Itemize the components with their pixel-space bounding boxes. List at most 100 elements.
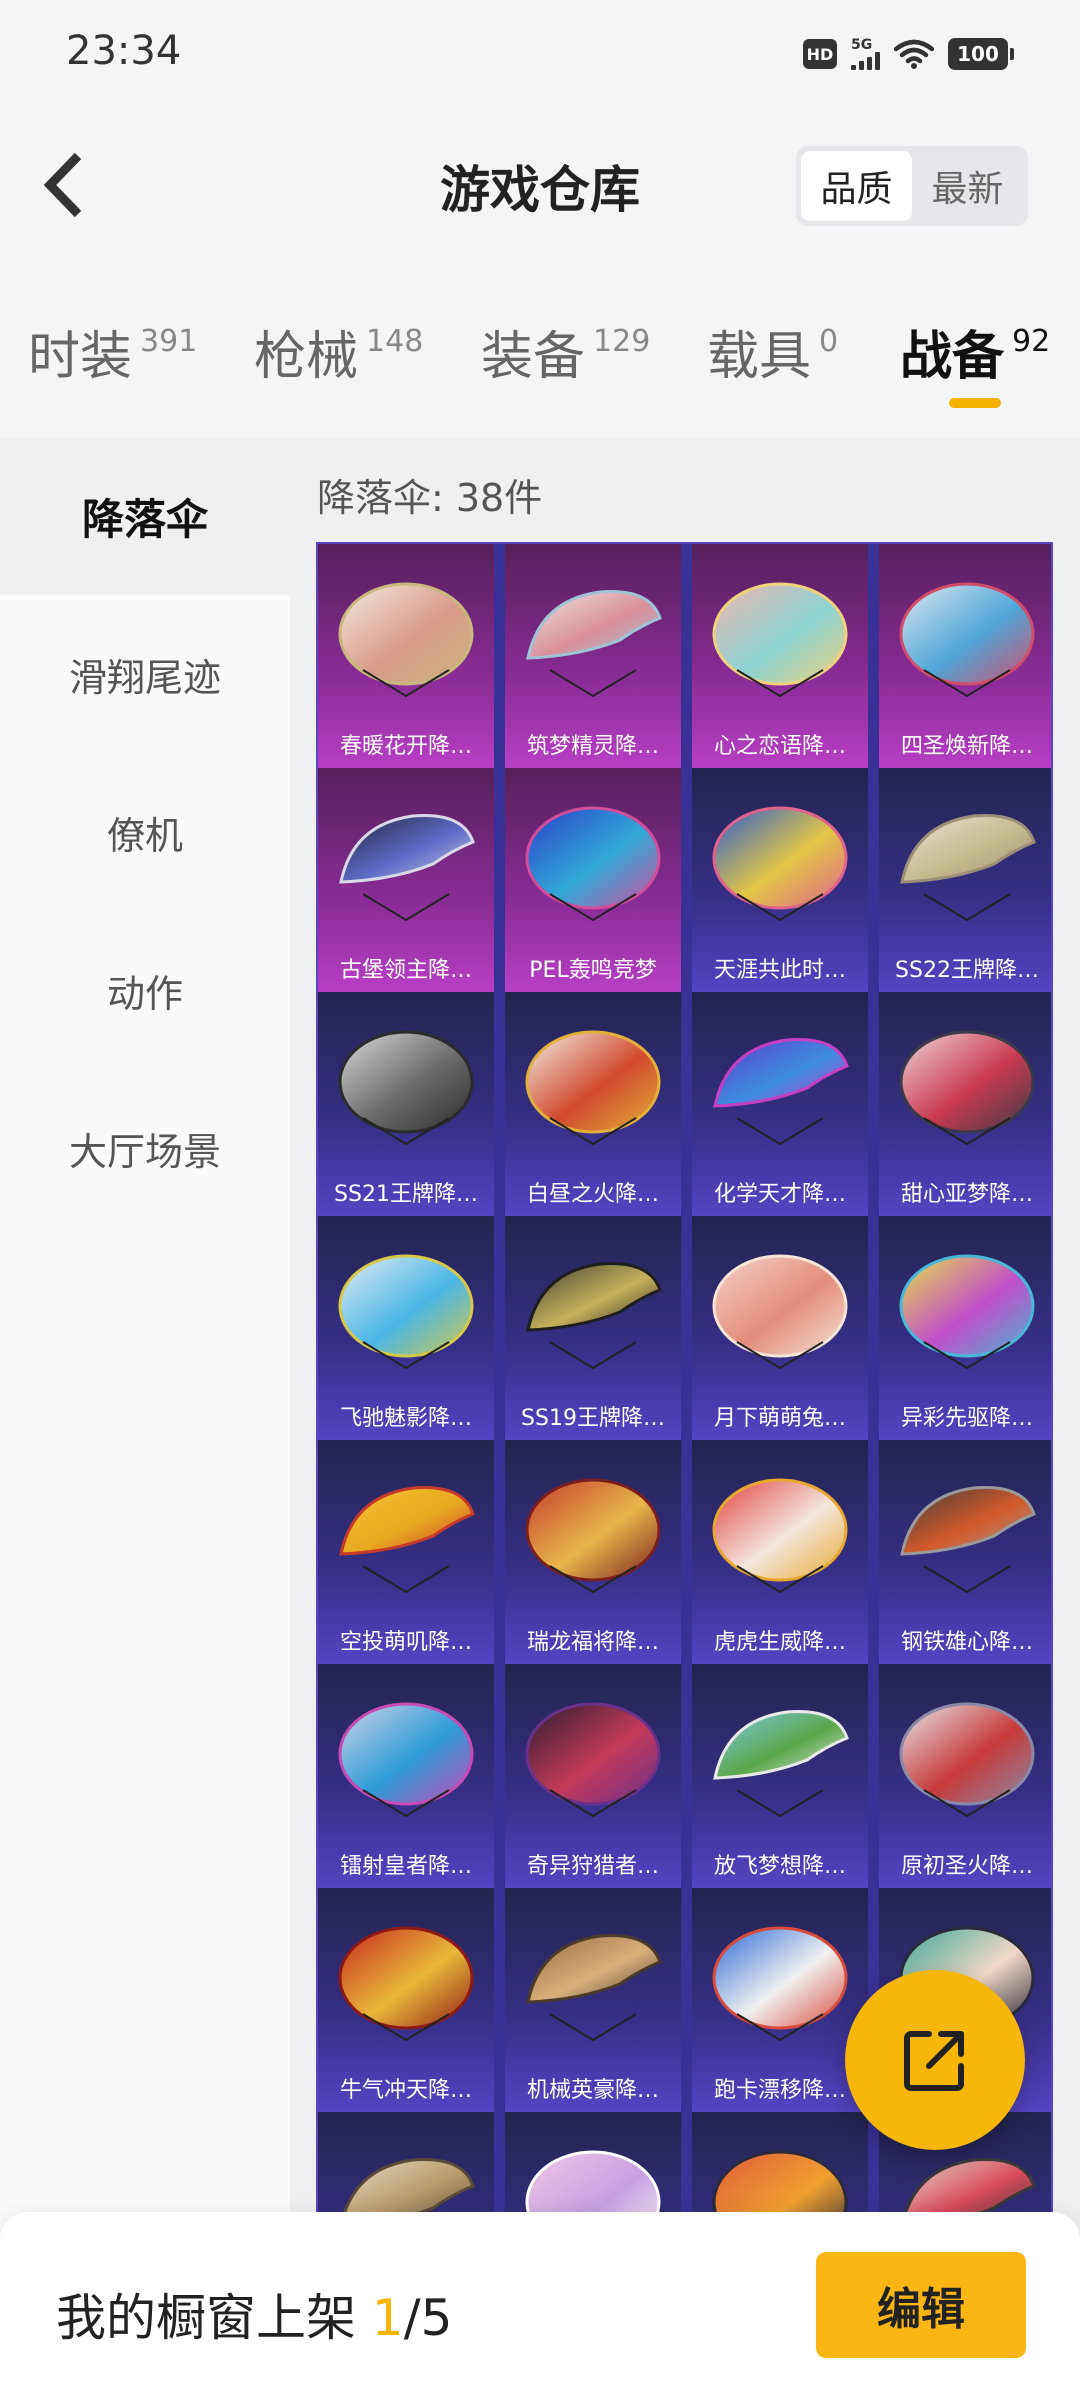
item-card[interactable]: 原初圣火降…	[879, 1664, 1051, 1888]
sidebar-item-lobby-scene[interactable]: 大厅场景	[0, 1069, 290, 1227]
item-name: 月下萌萌兔…	[713, 1406, 846, 1431]
network-type-label: 5G	[851, 37, 873, 53]
edit-button[interactable]: 编辑	[816, 2252, 1026, 2358]
tab-label: 时装	[28, 327, 133, 387]
item-card[interactable]: 牛气冲天降…	[318, 1888, 494, 2112]
item-name: 甜心亚梦降…	[900, 1182, 1033, 1207]
item-card[interactable]: 虎虎生威降…	[692, 1440, 868, 1664]
item-name: 牛气冲天降…	[339, 2078, 472, 2103]
tab-fashion[interactable]: 时装 391	[28, 322, 197, 392]
parachute-thumbnail	[899, 1254, 1035, 1370]
parachute-thumbnail	[899, 1702, 1035, 1818]
item-card[interactable]: 天涯共此时…	[692, 768, 868, 992]
tab-label: 装备	[481, 327, 586, 387]
status-bar: 23:34 HD 5G 100	[0, 0, 1080, 110]
sidebar-item-wingman[interactable]: 僚机	[0, 753, 290, 911]
header: 游戏仓库 品质 最新	[0, 110, 1080, 260]
tab-vehicles[interactable]: 载具 0	[707, 322, 838, 392]
battery-level: 100	[948, 38, 1008, 70]
sidebar: 降落伞 滑翔尾迹 僚机 动作 大厅场景	[0, 437, 290, 2237]
item-name: 放飞梦想降…	[713, 1854, 846, 1879]
tab-combat-gear[interactable]: 战备 92	[900, 322, 1050, 392]
item-card[interactable]: SS22王牌降…	[879, 768, 1051, 992]
item-name: 化学天才降…	[713, 1182, 846, 1207]
item-card[interactable]: SS21王牌降…	[318, 992, 494, 1216]
item-card[interactable]: 白昼之火降…	[505, 992, 681, 1216]
parachute-thumbnail	[338, 1254, 474, 1370]
item-card[interactable]: 空投萌叽降…	[318, 1440, 494, 1664]
tab-count: 129	[593, 324, 651, 359]
item-card[interactable]: 化学天才降…	[692, 992, 868, 1216]
item-card[interactable]: 筑梦精灵降…	[505, 544, 681, 768]
item-name: PEL轰鸣竞梦	[529, 958, 657, 983]
item-card[interactable]: PEL轰鸣竞梦	[505, 768, 681, 992]
status-icons: HD 5G 100	[803, 34, 1014, 74]
item-name: 机械英豪降…	[526, 2078, 659, 2103]
sort-toggle: 品质 最新	[796, 146, 1028, 226]
item-name: 钢铁雄心降…	[900, 1630, 1033, 1655]
hd-icon: HD	[803, 39, 837, 69]
item-card[interactable]: 跑卡漂移降…	[692, 1888, 868, 2112]
item-name: 镭射皇者降…	[339, 1854, 472, 1879]
parachute-thumbnail	[526, 1934, 662, 2042]
parachute-thumbnail	[525, 1030, 661, 1146]
parachute-thumbnail	[339, 814, 475, 922]
item-card[interactable]: 机械英豪降…	[505, 1888, 681, 2112]
tab-count: 391	[140, 324, 198, 359]
parachute-thumbnail	[712, 582, 848, 698]
item-card[interactable]: 月下萌萌兔…	[692, 1216, 868, 1440]
parachute-thumbnail	[713, 1710, 849, 1818]
parachute-thumbnail	[899, 582, 1035, 698]
item-name: 古堡领主降…	[339, 958, 472, 983]
tab-equipment[interactable]: 装备 129	[481, 322, 650, 392]
sidebar-item-parachute[interactable]: 降落伞	[0, 437, 290, 595]
tab-count: 148	[366, 324, 424, 359]
item-card[interactable]: 心之恋语降…	[692, 544, 868, 768]
tab-guns[interactable]: 枪械 148	[254, 322, 423, 392]
status-time: 23:34	[66, 28, 182, 74]
cellular-signal-icon: 5G	[851, 38, 880, 70]
tab-count: 92	[1012, 324, 1051, 359]
item-name: 原初圣火降…	[900, 1854, 1033, 1879]
item-card[interactable]: 四圣焕新降…	[879, 544, 1051, 768]
tab-label: 载具	[707, 327, 812, 387]
sort-option-newest[interactable]: 最新	[912, 151, 1023, 221]
parachute-thumbnail	[712, 1926, 848, 2042]
item-name: 天涯共此时…	[713, 958, 846, 983]
item-name: 飞驰魅影降…	[339, 1406, 472, 1431]
sidebar-item-emote[interactable]: 动作	[0, 911, 290, 1069]
item-card[interactable]: 春暖花开降…	[318, 544, 494, 768]
parachute-thumbnail	[712, 1254, 848, 1370]
showcase-current-count: 1	[371, 2289, 404, 2347]
item-card[interactable]: 古堡领主降…	[318, 768, 494, 992]
tab-label: 枪械	[254, 327, 359, 387]
item-card[interactable]: SS19王牌降…	[505, 1216, 681, 1440]
item-name: 瑞龙福将降…	[526, 1630, 659, 1655]
content-panel: 降落伞: 38件 春暖花开降… 筑梦精灵降… 心之恋语降… 四圣焕新降… 古堡领主降… P…	[290, 437, 1080, 2242]
item-name: SS22王牌降…	[895, 958, 1039, 983]
parachute-thumbnail	[712, 1478, 848, 1594]
item-card[interactable]: 异彩先驱降…	[879, 1216, 1051, 1440]
sort-option-quality[interactable]: 品质	[801, 151, 912, 221]
item-card[interactable]: 镭射皇者降…	[318, 1664, 494, 1888]
item-name: 心之恋语降…	[713, 734, 846, 759]
showcase-status: 我的橱窗上架 1/5	[56, 2278, 452, 2350]
item-card[interactable]: 放飞梦想降…	[692, 1664, 868, 1888]
parachute-thumbnail	[525, 1478, 661, 1594]
item-card[interactable]: 甜心亚梦降…	[879, 992, 1051, 1216]
item-name: 四圣焕新降…	[900, 734, 1033, 759]
item-card[interactable]: 飞驰魅影降…	[318, 1216, 494, 1440]
sidebar-item-glide-trail[interactable]: 滑翔尾迹	[0, 595, 290, 753]
parachute-thumbnail	[900, 1486, 1036, 1594]
item-name: 春暖花开降…	[339, 734, 472, 759]
parachute-thumbnail	[712, 806, 848, 922]
item-name: 空投萌叽降…	[339, 1630, 472, 1655]
parachute-thumbnail	[338, 1926, 474, 2042]
item-card[interactable]: 瑞龙福将降…	[505, 1440, 681, 1664]
item-card[interactable]: 钢铁雄心降…	[879, 1440, 1051, 1664]
item-count: 降落伞: 38件	[317, 476, 543, 520]
share-button[interactable]	[845, 1970, 1025, 2150]
share-out-icon	[904, 2031, 964, 2091]
item-card[interactable]: 奇异狩猎者…	[505, 1664, 681, 1888]
item-name: 异彩先驱降…	[900, 1406, 1033, 1431]
